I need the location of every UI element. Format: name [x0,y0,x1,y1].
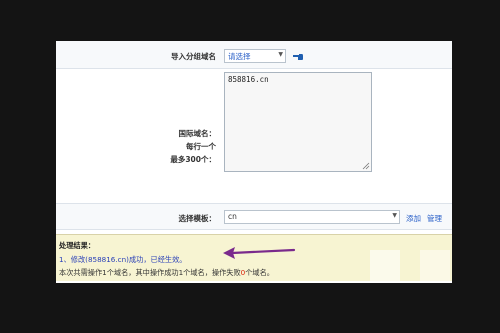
template-label: 选择模板： [178,214,217,223]
screen-glare [370,250,400,282]
group-select[interactable]: 请选择 ▼ [224,49,286,63]
result-title: 处理结果： [59,241,95,250]
domain-label-line: 每行一个 [186,142,216,151]
group-row: 导入分组域名 请选择 ▼ [56,41,452,69]
resize-grip-icon[interactable] [362,162,370,170]
domain-label-line: 国际域名： [178,129,217,138]
domain-textarea[interactable]: 858816.cn [224,72,372,172]
result-summary-prefix: 本次共需操作1个域名，其中操作成功1个域名，操作失败 [59,268,241,277]
chevron-down-icon: ▼ [392,212,397,219]
template-select[interactable]: cn ▼ [224,210,400,224]
annotation-arrow-icon [223,247,296,259]
screen-glare [420,250,450,282]
result-summary: 本次共需操作1个域名，其中操作成功1个域名，操作失败0个域名。 [59,268,274,278]
hand-pointer-icon [293,54,303,60]
group-label: 导入分组域名 [171,52,216,61]
add-template-link[interactable]: 添加 [406,213,421,224]
group-select-value: 请选择 [228,52,251,61]
manage-template-link[interactable]: 管理 [427,213,442,224]
domain-label: 国际域名： 每行一个 最多300个： [56,127,216,166]
result-summary-suffix: 个域名。 [245,268,274,277]
chevron-down-icon: ▼ [278,51,283,58]
template-row: 选择模板： cn ▼ 添加 管理 [56,204,452,230]
result-message: 1、修改(858816.cn)成功，已经生效。 [59,255,187,264]
domain-label-line: 最多300个： [170,155,216,164]
domain-row: 国际域名： 每行一个 最多300个： 858816.cn [56,69,452,204]
template-select-value: cn [228,212,237,221]
